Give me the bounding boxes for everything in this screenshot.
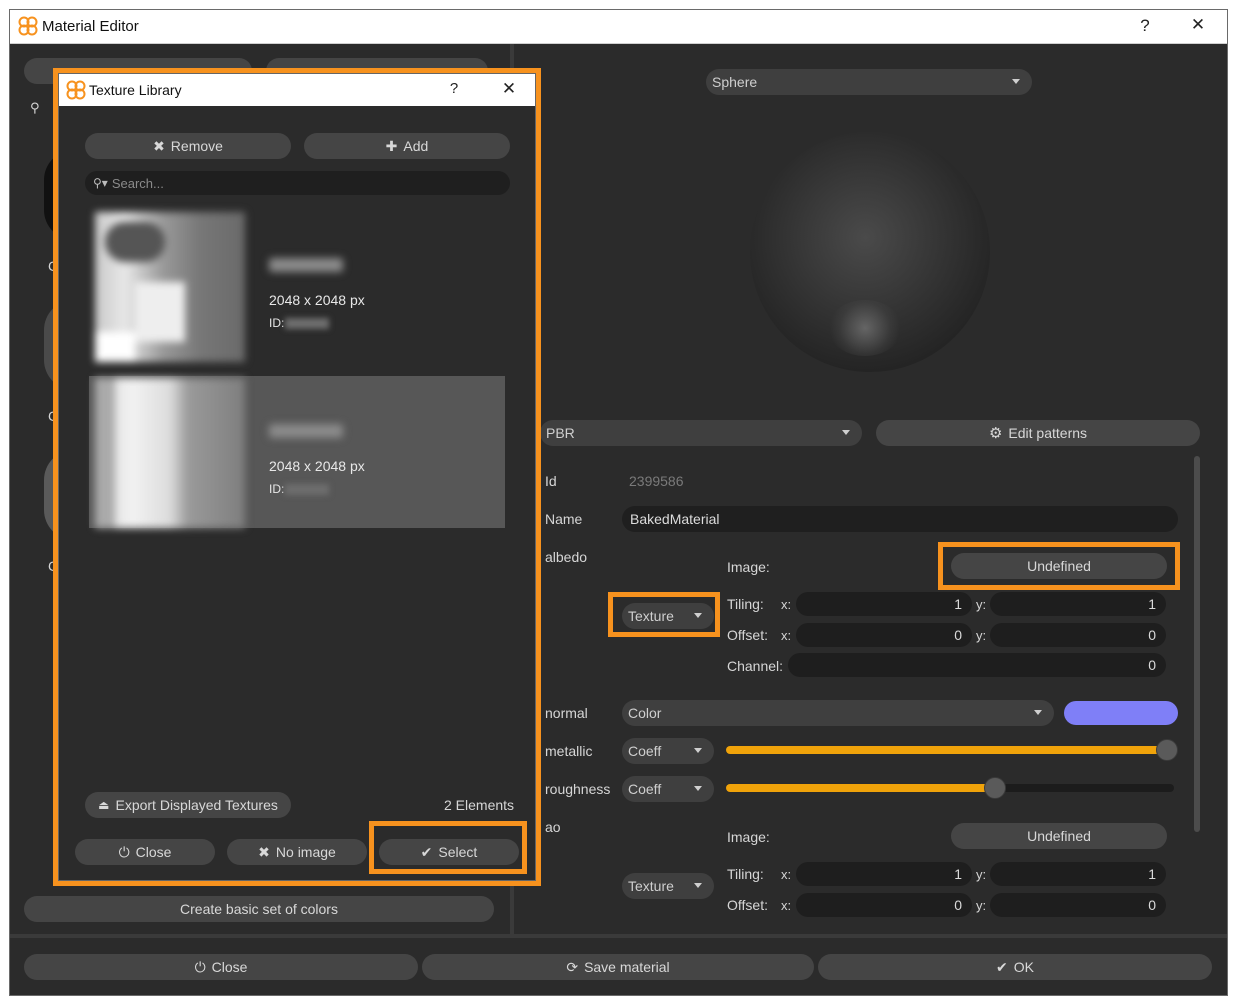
roughness-slider-track[interactable] bbox=[726, 784, 1174, 792]
normal-mode-dropdown[interactable]: Color bbox=[622, 700, 1054, 726]
checkmark-icon: ✔ bbox=[996, 958, 1008, 975]
material-type-dropdown[interactable]: PBR bbox=[540, 420, 862, 446]
footer-close-label: Close bbox=[211, 959, 248, 975]
albedo-tiling-y-field[interactable]: 1 bbox=[990, 592, 1166, 616]
left-search-icon: ⚲ bbox=[30, 100, 40, 115]
metallic-label: metallic bbox=[545, 743, 593, 759]
ao-offset-x-field[interactable]: 0 bbox=[796, 893, 972, 917]
ao-offset-x-label: x: bbox=[781, 898, 792, 913]
material-type-value: PBR bbox=[546, 425, 575, 441]
ao-mode-dropdown[interactable]: Texture bbox=[622, 873, 714, 899]
name-label: Name bbox=[545, 511, 583, 527]
ao-tiling-x-field[interactable]: 1 bbox=[796, 862, 972, 886]
albedo-channel-field[interactable]: 0 bbox=[788, 653, 1166, 677]
ao-mode-value: Texture bbox=[628, 878, 674, 894]
edit-patterns-button[interactable]: ⚙ Edit patterns bbox=[876, 420, 1200, 446]
albedo-offset-x-field[interactable]: 0 bbox=[796, 623, 972, 647]
ok-label: OK bbox=[1013, 959, 1034, 975]
help-button[interactable]: ? bbox=[1135, 16, 1155, 36]
save-material-button[interactable]: ⟳ Save material bbox=[422, 954, 814, 980]
albedo-tiling-x-label: x: bbox=[781, 597, 792, 612]
metallic-slider-track[interactable] bbox=[726, 746, 1174, 754]
albedo-tiling-y-label: y: bbox=[976, 597, 987, 612]
albedo-offset-y-field[interactable]: 0 bbox=[990, 623, 1166, 647]
ok-button[interactable]: ✔ OK bbox=[818, 954, 1212, 980]
name-input[interactable]: BakedMaterial bbox=[622, 506, 1178, 532]
window-title: Material Editor bbox=[42, 18, 139, 35]
gear-icon: ⚙ bbox=[988, 425, 1003, 442]
edit-patterns-label: Edit patterns bbox=[1008, 425, 1088, 441]
ao-offset-y-field[interactable]: 0 bbox=[990, 893, 1166, 917]
normal-color-swatch[interactable] bbox=[1064, 701, 1178, 725]
ao-tiling-y-field[interactable]: 1 bbox=[990, 862, 1166, 886]
create-basic-colors-button[interactable]: Create basic set of colors bbox=[24, 896, 494, 922]
power-icon: ⏻ bbox=[194, 958, 206, 975]
refresh-icon: ⟳ bbox=[566, 958, 579, 975]
roughness-slider-fill bbox=[726, 784, 995, 792]
albedo-tiling-x-field[interactable]: 1 bbox=[796, 592, 972, 616]
albedo-channel-label: Channel: bbox=[727, 658, 784, 674]
close-window-button[interactable]: ✕ bbox=[1188, 15, 1208, 35]
normal-label: normal bbox=[545, 705, 588, 721]
footer-close-button[interactable]: ⏻ Close bbox=[24, 954, 418, 980]
id-value: 2399586 bbox=[629, 473, 684, 489]
footer-divider bbox=[10, 934, 1227, 938]
title-bar: Material Editor ? ✕ bbox=[10, 10, 1227, 44]
albedo-image-highlight bbox=[938, 542, 1180, 590]
normal-mode-value: Color bbox=[628, 705, 662, 721]
roughness-mode-dropdown[interactable]: Coeff bbox=[622, 776, 714, 802]
select-button-highlight bbox=[369, 821, 527, 874]
ao-label: ao bbox=[545, 819, 561, 835]
ao-tiling-y-label: y: bbox=[976, 867, 987, 882]
metallic-slider-fill bbox=[726, 746, 1174, 754]
save-material-label: Save material bbox=[584, 959, 670, 975]
roughness-label: roughness bbox=[545, 781, 611, 797]
ao-image-label: Image: bbox=[727, 829, 770, 845]
sphere-highlight bbox=[828, 300, 902, 356]
id-label: Id bbox=[545, 473, 557, 489]
properties-scrollbar[interactable] bbox=[1194, 456, 1200, 832]
preview-shape-value: Sphere bbox=[712, 74, 758, 90]
ao-tiling-label: Tiling: bbox=[727, 866, 764, 882]
app-logo-icon bbox=[18, 16, 38, 36]
metallic-mode-value: Coeff bbox=[628, 743, 662, 759]
albedo-image-label: Image: bbox=[727, 559, 770, 575]
roughness-mode-value: Coeff bbox=[628, 781, 662, 797]
albedo-mode-highlight bbox=[608, 592, 720, 637]
roughness-slider-handle[interactable] bbox=[983, 777, 1006, 799]
albedo-offset-label: Offset: bbox=[727, 627, 768, 643]
texture-library-highlight bbox=[53, 68, 541, 886]
albedo-tiling-label: Tiling: bbox=[727, 596, 764, 612]
preview-shape-dropdown[interactable]: Sphere bbox=[706, 69, 1032, 95]
albedo-offset-x-label: x: bbox=[781, 628, 792, 643]
ao-offset-label: Offset: bbox=[727, 897, 768, 913]
ao-offset-y-label: y: bbox=[976, 898, 987, 913]
ao-tiling-x-label: x: bbox=[781, 867, 792, 882]
albedo-label: albedo bbox=[545, 549, 588, 565]
metallic-mode-dropdown[interactable]: Coeff bbox=[622, 738, 714, 764]
albedo-offset-y-label: y: bbox=[976, 628, 987, 643]
ao-image-button[interactable]: Undefined bbox=[951, 823, 1167, 849]
metallic-slider-handle[interactable] bbox=[1156, 739, 1178, 761]
